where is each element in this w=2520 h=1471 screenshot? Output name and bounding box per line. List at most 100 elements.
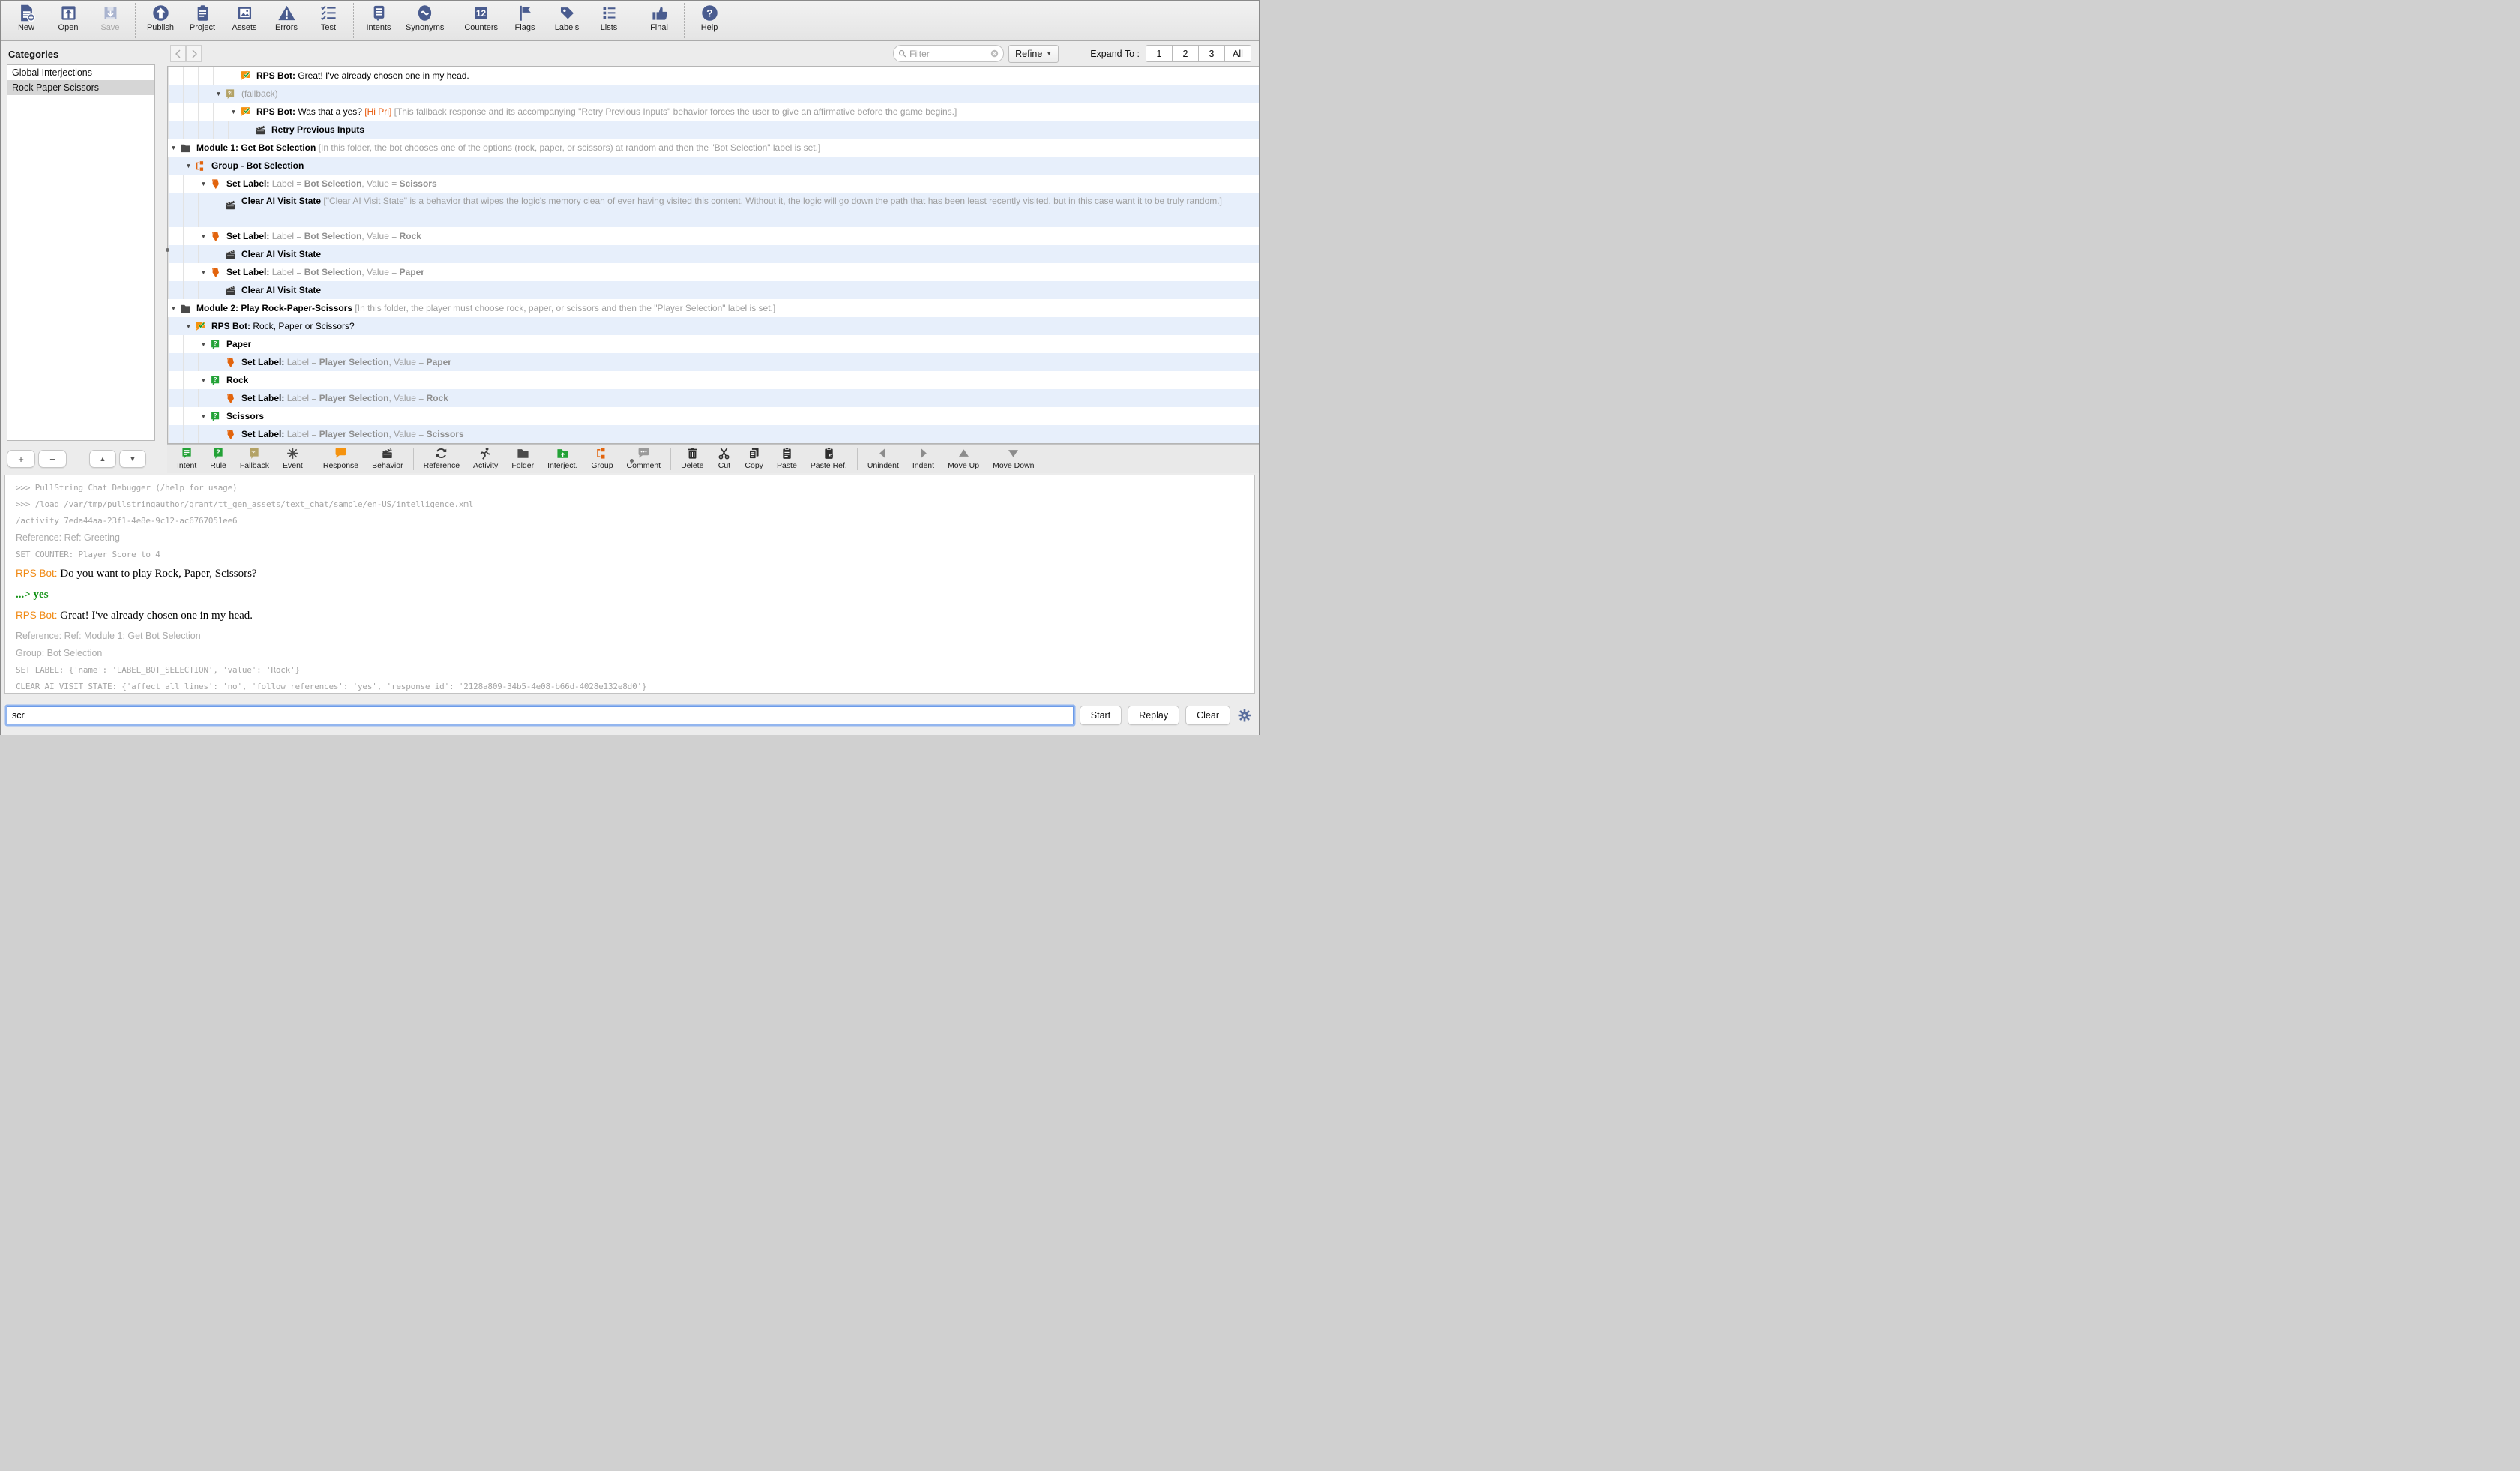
edit-toolbar-item-interject[interactable]: Interject.: [541, 445, 584, 473]
tree-row[interactable]: Clear AI Visit State: [168, 281, 1259, 299]
tree-row[interactable]: RPS Bot: Great! I've already chosen one …: [168, 67, 1259, 85]
tree-row[interactable]: Set Label: Label = Player Selection, Val…: [168, 389, 1259, 407]
edit-toolbar-item-comment[interactable]: Comment: [620, 445, 668, 473]
start-button[interactable]: Start: [1080, 706, 1122, 725]
edit-toolbar-item-folder[interactable]: Folder: [505, 445, 541, 473]
edit-toolbar-item-move-down[interactable]: Move Down: [986, 445, 1041, 473]
category-item-rock-paper-scissors[interactable]: Rock Paper Scissors: [7, 80, 154, 95]
settings-gear-icon[interactable]: [1236, 707, 1253, 724]
tree-row[interactable]: Retry Previous Inputs: [168, 121, 1259, 139]
expander-triangle-icon[interactable]: ▼: [198, 232, 209, 240]
expander-triangle-icon[interactable]: ▼: [198, 412, 209, 420]
toolbar-item-publish[interactable]: Publish: [139, 1, 181, 40]
toolbar-item-intents[interactable]: Intents: [358, 1, 400, 40]
tree-row[interactable]: ▼RPS Bot: Rock, Paper or Scissors?: [168, 317, 1259, 335]
expander-triangle-icon[interactable]: ▼: [198, 180, 209, 187]
toolbar-item-errors[interactable]: Errors: [265, 1, 307, 40]
tree-row[interactable]: ▼Set Label: Label = Bot Selection, Value…: [168, 175, 1259, 193]
expander-triangle-icon[interactable]: ▼: [168, 304, 179, 312]
edit-toolbar-item-indent[interactable]: Indent: [906, 445, 941, 473]
svg-text:12: 12: [476, 8, 487, 19]
tree-row[interactable]: ▼?Rock: [168, 371, 1259, 389]
edit-toolbar-item-rule[interactable]: ?Rule: [203, 445, 233, 473]
filter-input[interactable]: [907, 49, 990, 59]
expand-to-all-button[interactable]: All: [1225, 45, 1251, 62]
toolbar-item-counters[interactable]: 12Counters: [458, 1, 504, 40]
filter-searchbox[interactable]: [893, 45, 1004, 62]
expander-triangle-icon[interactable]: ▼: [183, 322, 194, 330]
edit-toolbar-item-delete[interactable]: Delete: [674, 445, 710, 473]
edit-toolbar-item-fallback[interactable]: ?!Fallback: [233, 445, 276, 473]
clear-button[interactable]: Clear: [1185, 706, 1230, 725]
toolbar-item-help[interactable]: ?Help: [688, 1, 730, 40]
tree-row-text: Paper: [226, 339, 251, 349]
publish-icon: [151, 4, 170, 22]
expander-triangle-icon[interactable]: ▼: [168, 144, 179, 151]
toolbar-item-project[interactable]: Project: [181, 1, 223, 40]
splitter-handle[interactable]: [166, 248, 169, 252]
edit-toolbar-item-move-up[interactable]: Move Up: [941, 445, 986, 473]
edit-toolbar-item-paste-ref[interactable]: Paste Ref.: [804, 445, 854, 473]
tree-row[interactable]: ▼RPS Bot: Was that a yes? [Hi Pri] [This…: [168, 103, 1259, 121]
edit-toolbar-item-behavior[interactable]: Behavior: [365, 445, 409, 473]
add-category-button[interactable]: +: [7, 450, 35, 468]
tree-row[interactable]: ▼Module 2: Play Rock-Paper-Scissors [In …: [168, 299, 1259, 317]
expand-to-1-button[interactable]: 1: [1146, 45, 1173, 62]
final-icon: [650, 4, 669, 22]
splitter-handle[interactable]: [630, 459, 634, 463]
tree-row[interactable]: ▼?Paper: [168, 335, 1259, 353]
toolbar-item-flags[interactable]: Flags: [504, 1, 546, 40]
expander-triangle-icon[interactable]: ▼: [198, 376, 209, 384]
toolbar-item-synonyms[interactable]: Synonyms: [400, 1, 450, 40]
refine-button[interactable]: Refine ▼: [1008, 45, 1059, 63]
tree-row[interactable]: ▼Set Label: Label = Bot Selection, Value…: [168, 263, 1259, 281]
edit-toolbar-item-activity[interactable]: Activity: [466, 445, 505, 473]
edit-toolbar-item-reference[interactable]: Reference: [417, 445, 466, 473]
tree-row[interactable]: ▼?!(fallback): [168, 85, 1259, 103]
toolbar-separator: [413, 448, 414, 470]
expander-triangle-icon[interactable]: ▼: [213, 90, 224, 97]
replay-button[interactable]: Replay: [1128, 706, 1179, 725]
expander-triangle-icon[interactable]: ▼: [228, 108, 239, 115]
nav-back-button[interactable]: [170, 45, 186, 62]
toolbar-item-lists[interactable]: Lists: [588, 1, 630, 40]
remove-category-button[interactable]: −: [38, 450, 67, 468]
edit-toolbar-item-copy[interactable]: Copy: [738, 445, 770, 473]
edit-toolbar-item-cut[interactable]: Cut: [710, 445, 738, 473]
tree-row[interactable]: ▼Set Label: Label = Bot Selection, Value…: [168, 227, 1259, 245]
edit-toolbar-item-paste[interactable]: Paste: [770, 445, 804, 473]
chat-input[interactable]: [7, 706, 1074, 724]
toolbar-item-final[interactable]: Final: [638, 1, 680, 40]
tree-row[interactable]: ▼Group - Bot Selection: [168, 157, 1259, 175]
tree-row-text: Retry Previous Inputs: [271, 124, 364, 135]
tree-row[interactable]: ▼Module 1: Get Bot Selection [In this fo…: [168, 139, 1259, 157]
clear-filter-icon[interactable]: [990, 49, 999, 58]
edit-toolbar-item-group[interactable]: Group: [584, 445, 619, 473]
edit-toolbar-item-unindent[interactable]: Unindent: [861, 445, 906, 473]
toolbar-item-test[interactable]: Test: [307, 1, 349, 40]
tree-row[interactable]: ▼?Scissors: [168, 407, 1259, 425]
tree-row[interactable]: Clear AI Visit State: [168, 245, 1259, 263]
nav-forward-button[interactable]: [186, 45, 202, 62]
expander-triangle-icon[interactable]: ▼: [198, 340, 209, 348]
chat-input-row: Start Replay Clear: [1, 700, 1259, 735]
expander-triangle-icon[interactable]: ▼: [183, 162, 194, 169]
expand-to-2-button[interactable]: 2: [1173, 45, 1199, 62]
move-category-up-button[interactable]: ▲: [89, 450, 116, 468]
toolbar-item-new[interactable]: New: [5, 1, 47, 40]
edit-toolbar-item-response[interactable]: Response: [316, 445, 365, 473]
move-up-icon: [957, 446, 971, 460]
expand-to-3-button[interactable]: 3: [1199, 45, 1225, 62]
expander-triangle-icon[interactable]: ▼: [198, 268, 209, 276]
tree-row[interactable]: Set Label: Label = Player Selection, Val…: [168, 353, 1259, 371]
edit-toolbar-item-intent[interactable]: Intent: [170, 445, 203, 473]
toolbar-item-labels[interactable]: Labels: [546, 1, 588, 40]
pullstring-author-window: NewOpenSavePublishProjectAssetsErrorsTes…: [0, 0, 1260, 736]
edit-toolbar-item-event[interactable]: Event: [276, 445, 310, 473]
toolbar-item-open[interactable]: Open: [47, 1, 89, 40]
category-item-global-interjections[interactable]: Global Interjections: [7, 65, 154, 80]
move-category-down-button[interactable]: ▼: [119, 450, 146, 468]
toolbar-item-assets[interactable]: Assets: [223, 1, 265, 40]
tree-row[interactable]: Set Label: Label = Player Selection, Val…: [168, 425, 1259, 443]
tree-row[interactable]: Clear AI Visit State ["Clear AI Visit St…: [168, 193, 1259, 227]
